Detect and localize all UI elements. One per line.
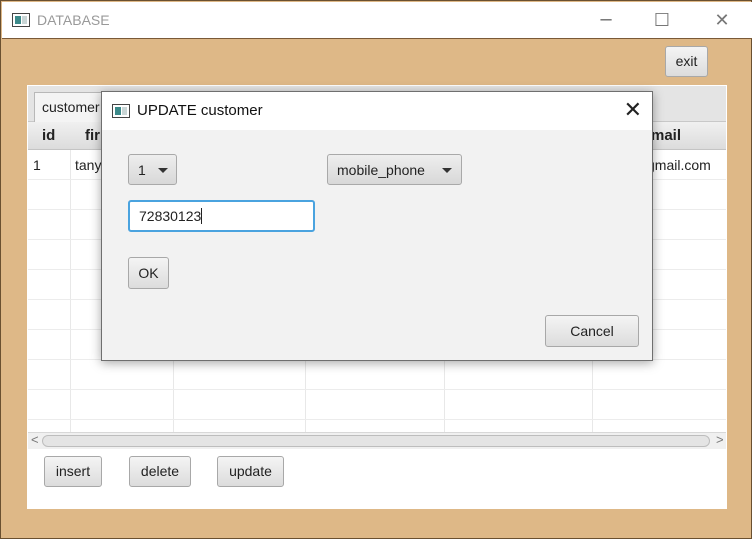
chevron-down-icon (158, 168, 168, 173)
exit-button[interactable]: exit (665, 46, 708, 77)
scrollbar-thumb[interactable] (42, 435, 710, 447)
insert-button[interactable]: insert (44, 456, 102, 487)
column-header-id[interactable]: id (42, 127, 55, 144)
column-header-first-name[interactable]: fir (85, 127, 100, 144)
text-cursor (201, 208, 203, 224)
dialog-title: UPDATE customer (137, 102, 263, 119)
tab-customer[interactable]: customer (34, 92, 109, 124)
cell-id: 1 (33, 157, 41, 173)
update-dialog: UPDATE customer ✕ 1 mobile_phone 7283012… (101, 91, 653, 361)
ok-button[interactable]: OK (128, 257, 169, 289)
table-row (28, 360, 726, 390)
window-title: DATABASE (37, 12, 110, 28)
close-icon[interactable]: ✕ (699, 2, 745, 39)
id-select-value: 1 (138, 162, 146, 178)
value-input-text: 72830123 (139, 208, 202, 224)
maximize-icon[interactable]: ☐ (639, 2, 685, 39)
delete-button[interactable]: delete (129, 456, 191, 487)
value-input[interactable]: 72830123 (128, 200, 315, 232)
dialog-app-icon (112, 104, 130, 118)
update-button[interactable]: update (217, 456, 284, 487)
chevron-down-icon (442, 168, 452, 173)
table-row (28, 390, 726, 420)
dialog-close-icon[interactable]: ✕ (624, 98, 642, 124)
dialog-titlebar[interactable]: UPDATE customer ✕ (102, 92, 652, 130)
field-select[interactable]: mobile_phone (327, 154, 462, 185)
minimize-icon[interactable]: ─ (583, 2, 629, 39)
cancel-button[interactable]: Cancel (545, 315, 639, 347)
scroll-right-icon[interactable]: > (716, 432, 724, 447)
cell-first-name: tany (75, 157, 102, 173)
field-select-value: mobile_phone (337, 162, 425, 178)
window-titlebar[interactable]: DATABASE ─ ☐ ✕ (2, 2, 752, 39)
cell-email: gmail.com (647, 157, 711, 173)
app-icon (12, 13, 30, 27)
column-header-email[interactable]: mail (651, 127, 681, 144)
scroll-left-icon[interactable]: < (31, 432, 39, 447)
id-select[interactable]: 1 (128, 154, 177, 185)
horizontal-scrollbar[interactable]: < > (28, 432, 726, 449)
